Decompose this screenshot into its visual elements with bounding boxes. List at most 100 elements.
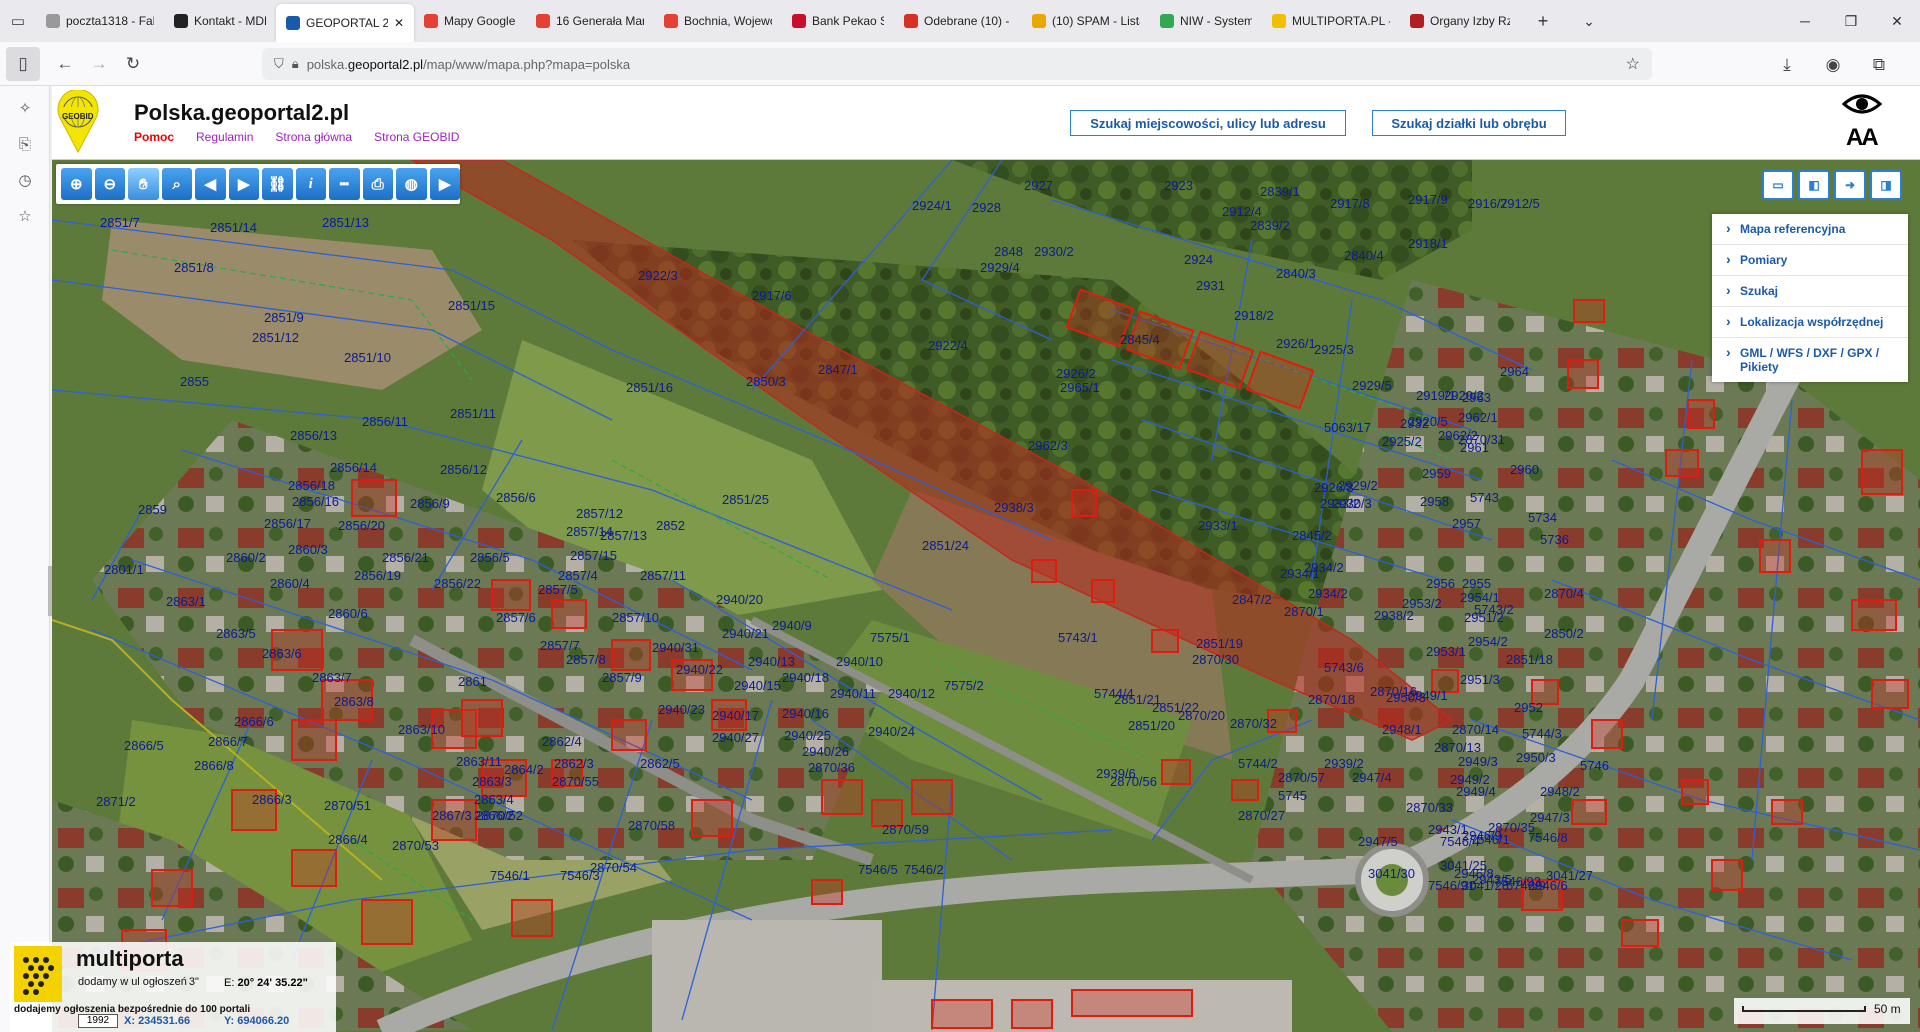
parcel-number-label[interactable]: 2940/20 <box>716 592 763 607</box>
parcel-number-label[interactable]: 2857/4 <box>558 568 598 583</box>
history-icon[interactable]: ◷ <box>0 162 50 198</box>
parcel-number-label[interactable]: 2926/1 <box>1276 336 1316 351</box>
camera-icon[interactable]: ▶ <box>429 168 460 200</box>
parcel-number-label[interactable]: 2870/33 <box>1406 800 1453 815</box>
parcel-number-label[interactable]: 2856/13 <box>290 428 337 443</box>
parcel-number-label[interactable]: 2856/17 <box>264 516 311 531</box>
parcel-number-label[interactable]: 2940/31 <box>652 640 699 655</box>
tab-3[interactable]: GEOPORTAL 2 ✕ <box>276 4 414 42</box>
parcel-number-label[interactable]: 2930/2 <box>1034 244 1074 259</box>
parcel-number-label[interactable]: 2929/5 <box>1352 378 1392 393</box>
parcel-number-label[interactable]: 2870/27 <box>1238 808 1285 823</box>
parcel-number-label[interactable]: 2940/15 <box>734 678 781 693</box>
parcel-number-label[interactable]: 2960 <box>1510 462 1539 477</box>
parcel-number-label[interactable]: 2856/14 <box>330 460 377 475</box>
parcel-number-label[interactable]: 2852 <box>656 518 685 533</box>
parcel-number-label[interactable]: 2922/3 <box>638 268 678 283</box>
parcel-number-label[interactable]: 2927 <box>1024 178 1053 193</box>
parcel-number-label[interactable]: 2949/1 <box>1408 688 1448 703</box>
parcel-number-label[interactable]: 2856/18 <box>288 478 335 493</box>
parcel-number-label[interactable]: 2870/36 <box>808 760 855 775</box>
bookmark-star-icon[interactable]: ☆ <box>1626 54 1640 74</box>
parcel-number-label[interactable]: 2862/3 <box>554 756 594 771</box>
parcel-number-label[interactable]: 2851/18 <box>1506 652 1553 667</box>
parcel-number-label[interactable]: 5743/1 <box>1058 630 1098 645</box>
parcel-number-label[interactable]: 5734 <box>1528 510 1557 525</box>
tab-10[interactable]: NIW - System Ob <box>1150 4 1262 38</box>
parcel-number-label[interactable]: 2856/9 <box>410 496 450 511</box>
parcel-number-label[interactable]: 2870/56 <box>1110 774 1157 789</box>
parcel-number-label[interactable]: 2940/25 <box>784 728 831 743</box>
parcel-number-label[interactable]: 2860/2 <box>226 550 266 565</box>
parcel-number-label[interactable]: 2931 <box>1196 278 1225 293</box>
parcel-number-label[interactable]: 2851/11 <box>450 406 496 421</box>
parcel-number-label[interactable]: 2951/2 <box>1464 610 1504 625</box>
tab-11[interactable]: MULTIPORTA.PL - <box>1262 4 1400 38</box>
parcel-number-label[interactable]: 2866/8 <box>194 758 234 773</box>
zoom-in-icon[interactable]: ⊕ <box>61 168 92 200</box>
restore-icon[interactable]: ❐ <box>1828 13 1874 30</box>
tab-8[interactable]: Odebrane (10) - c <box>894 4 1022 38</box>
parcel-number-label[interactable]: 2958 <box>1420 494 1449 509</box>
export-arrow-icon[interactable]: ➜ <box>1834 170 1866 200</box>
parcel-number-label[interactable]: 5744/3 <box>1522 726 1562 741</box>
parcel-number-label[interactable]: 2951/3 <box>1460 672 1500 687</box>
parcel-number-label[interactable]: 2870/30 <box>1192 652 1239 667</box>
parcel-number-label[interactable]: 2856/11 <box>362 414 408 429</box>
parcel-number-label[interactable]: 2863/11 <box>456 754 502 769</box>
parcel-number-label[interactable]: 2929/2 <box>1338 478 1378 493</box>
parcel-number-label[interactable]: 2938/3 <box>994 500 1034 515</box>
parcel-number-label[interactable]: 2947/4 <box>1352 770 1392 785</box>
tab-list-dropdown-icon[interactable]: ⌄ <box>1566 13 1612 30</box>
parcel-number-label[interactable]: 2917/8 <box>1330 196 1370 211</box>
parcel-number-label[interactable]: 2962/1 <box>1458 410 1498 425</box>
parcel-number-label[interactable]: 2856/5 <box>470 550 510 565</box>
parcel-number-label[interactable]: 2955 <box>1462 576 1491 591</box>
help-link[interactable]: Pomoc <box>134 130 174 144</box>
parcel-number-label[interactable]: 2928 <box>972 200 1001 215</box>
panel-item-measurements[interactable]: Pomiary <box>1712 245 1908 276</box>
lock-icon[interactable]: 🔒︎ <box>292 56 299 72</box>
parcel-number-label[interactable]: 2856/20 <box>338 518 385 533</box>
parcel-number-label[interactable]: 7546/5 <box>858 862 898 877</box>
parcel-number-label[interactable]: 2939/2 <box>1324 756 1364 771</box>
parcel-number-label[interactable]: 2940/9 <box>772 618 812 633</box>
zoom-out-icon[interactable]: ⊖ <box>94 168 125 200</box>
parcel-number-label[interactable]: 2855 <box>180 374 209 389</box>
zoom-box-icon[interactable]: ⌕ <box>161 168 192 200</box>
parcel-number-label[interactable]: 2871/2 <box>96 794 136 809</box>
link-icon[interactable]: ⛓ <box>262 168 293 200</box>
parcel-number-label[interactable]: 2851/10 <box>344 350 391 365</box>
ai-chat-icon[interactable]: ✧ <box>0 90 50 126</box>
parcel-number-label[interactable]: 2917/6 <box>752 288 792 303</box>
parcel-number-label[interactable]: 2847/2 <box>1232 592 1272 607</box>
parcel-number-label[interactable]: 2940/11 <box>830 686 876 701</box>
parcel-number-label[interactable]: 2867/3 <box>432 808 472 823</box>
parcel-number-label[interactable]: 2932 <box>1400 416 1429 431</box>
parcel-number-label[interactable]: 2857/5 <box>538 582 578 597</box>
parcel-number-label[interactable]: 2912/5 <box>1500 196 1540 211</box>
parcel-number-label[interactable]: 2857/8 <box>566 652 606 667</box>
panel-toggle-icon[interactable]: ◨ <box>1870 170 1902 200</box>
parcel-number-label[interactable]: 2863/10 <box>398 722 445 737</box>
back-icon[interactable]: ← <box>48 47 82 81</box>
parcel-number-label[interactable]: 2870/53 <box>392 838 439 853</box>
parcel-number-label[interactable]: 2870/58 <box>628 818 675 833</box>
parcel-number-label[interactable]: 2847/1 <box>818 362 858 377</box>
parcel-number-label[interactable]: 5063/17 <box>1324 420 1371 435</box>
parcel-number-label[interactable]: 2952 <box>1514 700 1543 715</box>
parcel-number-label[interactable]: 2920/2 <box>1444 388 1484 403</box>
parcel-number-label[interactable]: 2839/2 <box>1250 218 1290 233</box>
search-address-button[interactable]: Szukaj miejscowości, ulicy lub adresu <box>1070 110 1346 136</box>
parcel-number-label[interactable]: 2856/6 <box>496 490 536 505</box>
parcel-number-label[interactable]: 2924 <box>1184 252 1213 267</box>
parcel-number-label[interactable]: 2923 <box>1164 178 1193 193</box>
parcel-number-label[interactable]: 2857/11 <box>640 568 686 583</box>
parcel-number-label[interactable]: 2851/12 <box>252 330 299 345</box>
parcel-number-label[interactable]: 2940/12 <box>888 686 935 701</box>
parcel-number-label[interactable]: 2863/8 <box>334 694 374 709</box>
parcel-number-label[interactable]: 2934/2 <box>1304 560 1344 575</box>
parcel-number-label[interactable]: 2940/22 <box>676 662 723 677</box>
parcel-number-label[interactable]: 2857/6 <box>496 610 536 625</box>
parcel-number-label[interactable]: 2857/10 <box>612 610 659 625</box>
